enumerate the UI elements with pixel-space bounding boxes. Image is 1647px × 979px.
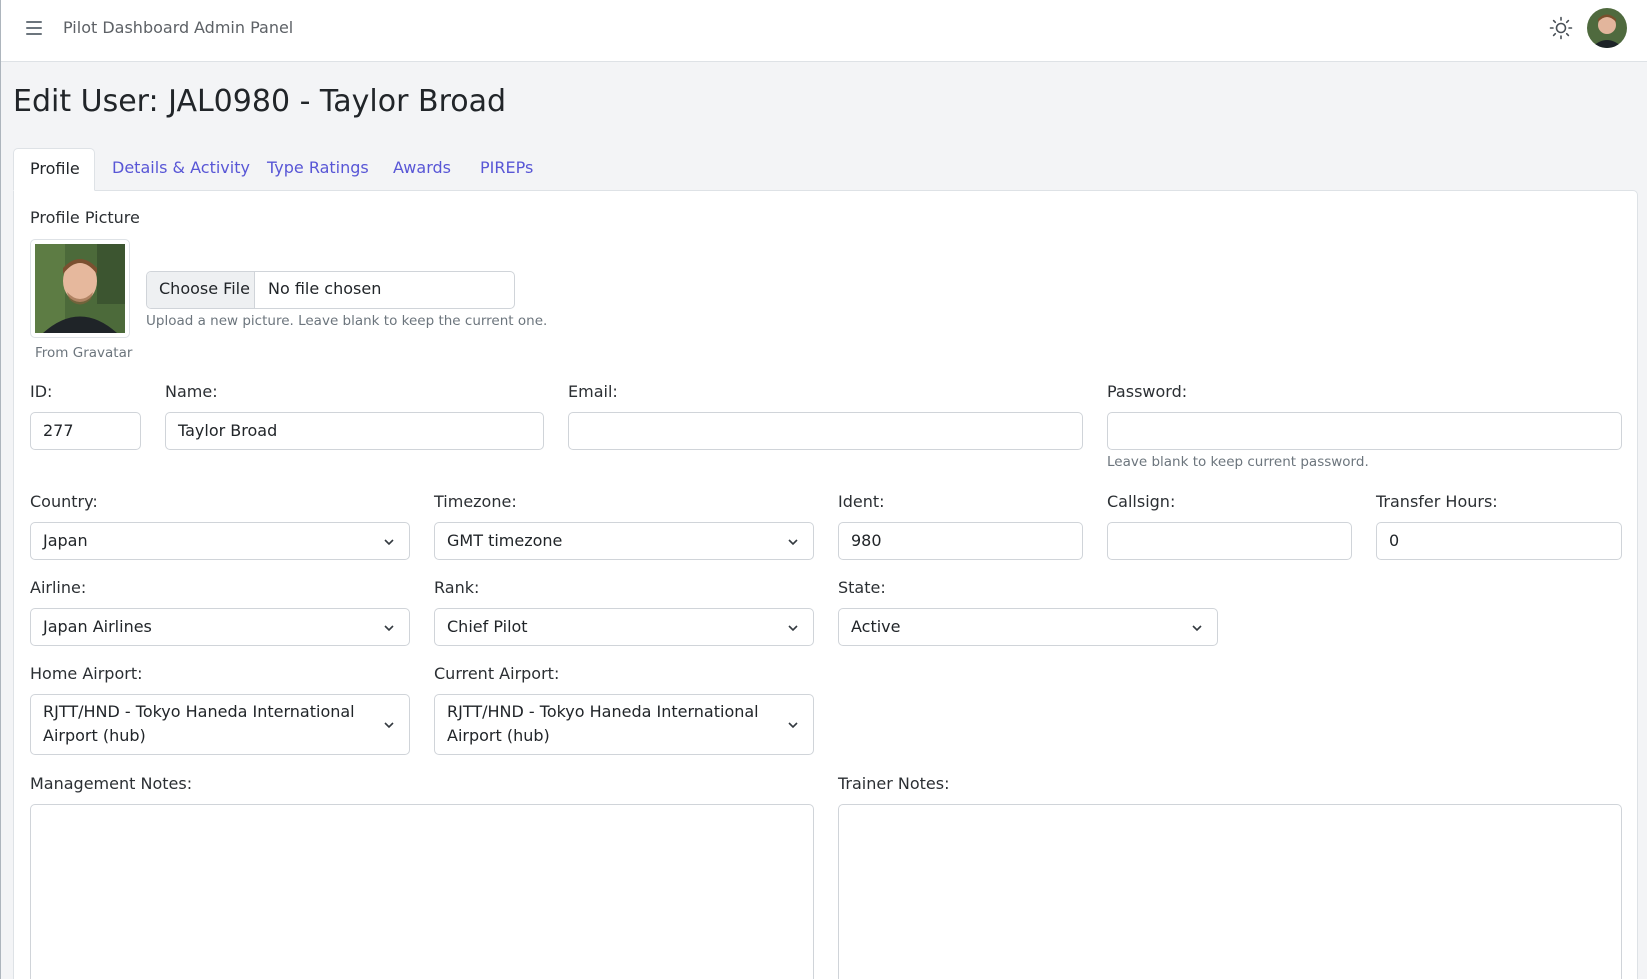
trainer-notes-textarea[interactable] <box>838 804 1622 979</box>
upload-help-text: Upload a new picture. Leave blank to kee… <box>146 313 548 329</box>
home-airport-label: Home Airport: <box>30 664 143 683</box>
tab-awards[interactable]: Awards <box>377 148 467 191</box>
current-airport-select[interactable]: RJTT/HND - Tokyo Haneda International Ai… <box>434 694 814 755</box>
gravatar-caption: From Gravatar <box>35 345 133 361</box>
rank-value: Chief Pilot <box>447 617 528 636</box>
country-select[interactable]: Japan <box>30 522 410 560</box>
chevron-down-icon <box>384 722 394 729</box>
file-upload-input[interactable]: Choose File No file chosen <box>146 271 515 309</box>
current-airport-label: Current Airport: <box>434 664 560 683</box>
email-input[interactable] <box>568 412 1083 450</box>
chevron-down-icon <box>788 722 798 729</box>
hamburger-menu-icon[interactable] <box>26 21 42 35</box>
password-label: Password: <box>1107 382 1188 401</box>
current-airport-value: RJTT/HND - Tokyo Haneda International Ai… <box>447 702 759 745</box>
management-notes-label: Management Notes: <box>30 774 193 793</box>
chevron-down-icon <box>384 539 394 546</box>
timezone-value: GMT timezone <box>447 531 563 550</box>
user-avatar[interactable] <box>1587 8 1627 48</box>
trainer-notes-label: Trainer Notes: <box>838 774 950 793</box>
chevron-down-icon <box>788 625 798 632</box>
timezone-label: Timezone: <box>434 492 517 511</box>
password-input[interactable] <box>1107 412 1622 450</box>
home-airport-select[interactable]: RJTT/HND - Tokyo Haneda International Ai… <box>30 694 410 755</box>
chevron-down-icon <box>384 625 394 632</box>
airline-label: Airline: <box>30 578 87 597</box>
transfer-hours-input[interactable]: 0 <box>1376 522 1622 560</box>
page-title: Edit User: JAL0980 - Taylor Broad <box>13 84 507 119</box>
name-input[interactable]: Taylor Broad <box>165 412 544 450</box>
id-input[interactable]: 277 <box>30 412 141 450</box>
rank-label: Rank: <box>434 578 480 597</box>
choose-file-button[interactable]: Choose File <box>147 272 255 308</box>
callsign-label: Callsign: <box>1107 492 1176 511</box>
rank-select[interactable]: Chief Pilot <box>434 608 814 646</box>
transfer-hours-label: Transfer Hours: <box>1376 492 1498 511</box>
email-label: Email: <box>568 382 618 401</box>
country-value: Japan <box>43 531 88 550</box>
top-navbar: Pilot Dashboard Admin Panel <box>1 0 1647 62</box>
chevron-down-icon <box>1192 625 1202 632</box>
profile-picture <box>30 239 130 338</box>
file-status-text: No file chosen <box>268 279 382 298</box>
state-label: State: <box>838 578 886 597</box>
nav-link-pilot-dashboard[interactable]: Pilot Dashboard <box>63 18 189 37</box>
window-edge <box>0 0 1 979</box>
password-help-text: Leave blank to keep current password. <box>1107 454 1369 470</box>
tab-details-activity[interactable]: Details & Activity <box>96 148 266 191</box>
ident-label: Ident: <box>838 492 885 511</box>
state-select[interactable]: Active <box>838 608 1218 646</box>
country-label: Country: <box>30 492 98 511</box>
callsign-input[interactable] <box>1107 522 1352 560</box>
id-label: ID: <box>30 382 53 401</box>
tab-profile[interactable]: Profile <box>13 148 95 191</box>
name-label: Name: <box>165 382 218 401</box>
sun-icon[interactable] <box>1549 16 1573 40</box>
chevron-down-icon <box>788 539 798 546</box>
profile-picture-label: Profile Picture <box>30 208 140 227</box>
tab-type-ratings[interactable]: Type Ratings <box>251 148 385 191</box>
nav-link-admin-panel[interactable]: Admin Panel <box>194 18 293 37</box>
tab-pireps[interactable]: PIREPs <box>464 148 549 191</box>
state-value: Active <box>851 617 901 636</box>
home-airport-value: RJTT/HND - Tokyo Haneda International Ai… <box>43 702 355 745</box>
airline-value: Japan Airlines <box>43 617 152 636</box>
ident-input[interactable]: 980 <box>838 522 1083 560</box>
management-notes-textarea[interactable] <box>30 804 814 979</box>
timezone-select[interactable]: GMT timezone <box>434 522 814 560</box>
airline-select[interactable]: Japan Airlines <box>30 608 410 646</box>
